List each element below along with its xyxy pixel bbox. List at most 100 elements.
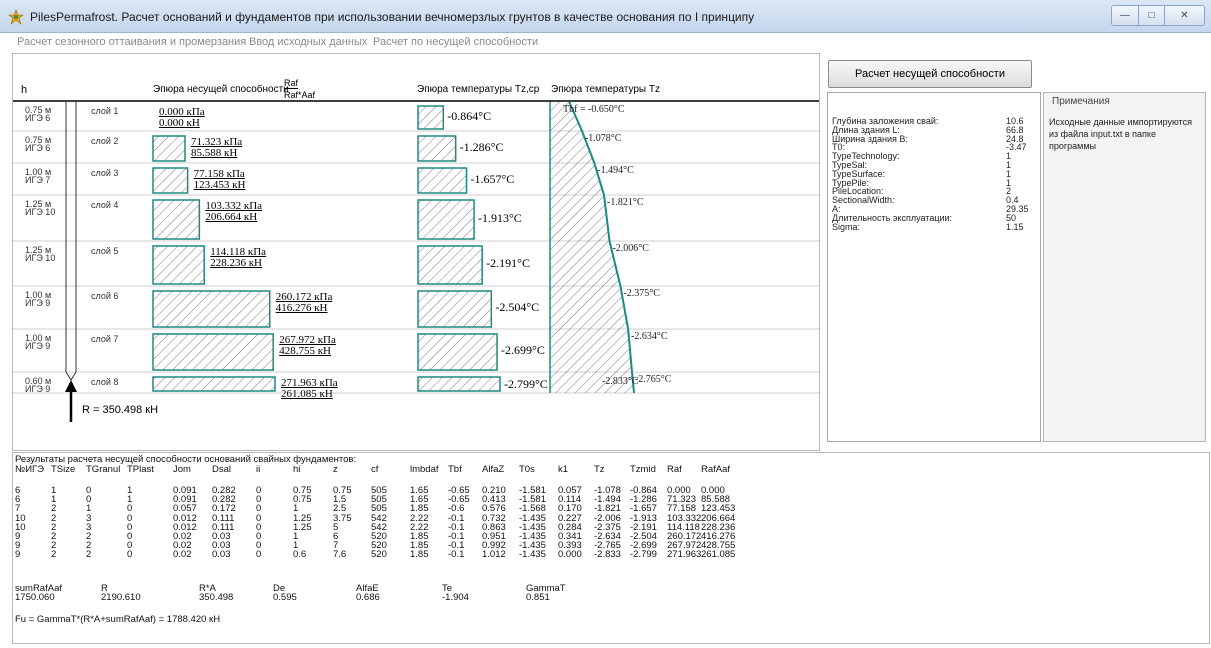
- results-cell: 261.085: [701, 549, 736, 561]
- title-bar: PilesPermafrost. Расчет оснований и фунд…: [0, 0, 1211, 33]
- results-cell: 2: [51, 549, 57, 561]
- layer-ige: ИГЭ 6: [25, 143, 51, 153]
- results-column-header: z: [333, 464, 338, 475]
- layer-rafaaf-value: 261.085 кН: [281, 388, 333, 400]
- layer-tz-value: -1.494°C: [597, 165, 634, 176]
- avg-temp-bar: [417, 245, 483, 285]
- layer-name: слой 6: [91, 291, 119, 301]
- layer-name: слой 7: [91, 334, 119, 344]
- resultant-label: R = 350.498 кН: [82, 404, 159, 416]
- capacity-bar: [152, 290, 271, 328]
- layer-rafaaf-value: 428.755 кН: [279, 345, 331, 357]
- layer-ige: ИГЭ 9: [25, 341, 51, 351]
- layer-ige: ИГЭ 9: [25, 298, 51, 308]
- layer-rafaaf-value: 123.453 кН: [193, 179, 246, 191]
- window-title: PilesPermafrost. Расчет оснований и фунд…: [30, 10, 755, 24]
- app-icon: [8, 9, 24, 25]
- notes-title: Примечания: [1050, 96, 1112, 107]
- summary-value: 2190.610: [101, 592, 141, 603]
- results-cell: 0: [256, 549, 262, 561]
- layer-name: слой 5: [91, 246, 119, 256]
- results-column-header: Raf: [667, 464, 682, 475]
- menu-input-data[interactable]: Ввод исходных данных: [249, 36, 367, 48]
- results-cell: 0.02: [173, 549, 192, 561]
- avg-temp-bar: [417, 105, 445, 130]
- results-column-header: Tzmid: [630, 464, 656, 475]
- results-column-header: k1: [558, 464, 569, 475]
- layer-tzmid-value: -2.504°C: [495, 300, 540, 314]
- results-cell: -1.435: [519, 549, 546, 561]
- avg-temp-bar: [417, 333, 498, 371]
- layer-tz-value: -1.078°C: [584, 133, 622, 144]
- results-panel: Результаты расчета несущей способности о…: [12, 452, 1210, 644]
- results-cell: 271.963: [667, 549, 702, 561]
- capacity-bar: [152, 245, 205, 285]
- avg-temp-bar: [417, 290, 493, 328]
- menu-bar: Расчет сезонного оттаивания и промерзани…: [0, 34, 1211, 50]
- menu-seasonal-thaw[interactable]: Расчет сезонного оттаивания и промерзани…: [17, 36, 246, 48]
- results-column-header: Jom: [173, 464, 191, 475]
- summary-value: 0.686: [356, 592, 380, 603]
- layer-tzmid-value: -1.913°C: [478, 210, 522, 225]
- maximize-button[interactable]: □: [1138, 6, 1164, 25]
- results-cell: -2.833: [594, 549, 621, 561]
- results-column-header: ii: [256, 464, 261, 475]
- tbf-label: Tbf = -0.650°C: [563, 104, 625, 115]
- notes-text: Исходные данные импортируются из файла i…: [1049, 117, 1192, 151]
- layer-tz-value: -2.765°C: [634, 374, 672, 385]
- layer-ige: ИГЭ 10: [25, 207, 56, 217]
- summary-value: -1.904: [442, 592, 469, 603]
- maximize-icon: □: [1148, 10, 1155, 21]
- results-cell: -0.1: [448, 549, 465, 561]
- layer-tzmid-value: -0.864°C: [447, 108, 492, 123]
- capacity-bar: [152, 167, 189, 194]
- param-name: Sigma:: [832, 221, 861, 232]
- results-column-header: Tz: [594, 464, 605, 475]
- avg-temp-bar: [417, 199, 475, 240]
- avg-temp-bar: [417, 167, 468, 194]
- results-cell: 520: [371, 549, 387, 561]
- layer-ige: ИГЭ 10: [25, 253, 56, 263]
- avg-temp-bar: [417, 135, 457, 162]
- layer-rafaaf-value: 228.236 кН: [210, 257, 262, 269]
- results-column-header: hi: [293, 464, 301, 475]
- results-column-header: AlfaZ: [482, 464, 505, 475]
- bearing-capacity-formula: Fu = GammaT*(R*A+sumRafAaf) = 1788.420 к…: [15, 614, 221, 625]
- results-column-header: №ИГЭ: [15, 464, 44, 475]
- summary-value: 350.498: [199, 592, 234, 603]
- menu-bearing-capacity[interactable]: Расчет по несущей способности: [373, 36, 538, 48]
- results-column-header: RafAaf: [701, 464, 731, 475]
- layer-rafaaf-value: 206.664 кН: [205, 211, 258, 223]
- calculate-capacity-button[interactable]: Расчет несущей способности: [828, 60, 1032, 88]
- results-column-header: T0s: [519, 464, 535, 475]
- results-column-header: cf: [371, 464, 379, 475]
- avg-temp-bar: [417, 376, 501, 392]
- results-column-header: Tbf: [448, 464, 462, 475]
- layer-rafaaf-value: 0.000 кН: [159, 117, 200, 129]
- capacity-bar: [152, 135, 186, 162]
- results-cell: -2.799: [630, 549, 657, 561]
- results-cell: 0.6: [293, 549, 307, 561]
- minimize-icon: —: [1120, 10, 1130, 21]
- layer-tzmid-value: -1.286°C: [459, 139, 504, 154]
- results-cell: 7.6: [333, 549, 347, 561]
- param-name: SectionalWidth:: [832, 195, 895, 206]
- close-button[interactable]: ✕: [1164, 6, 1204, 25]
- layer-ige: ИГЭ 6: [25, 113, 51, 123]
- results-column-header: TPlast: [127, 464, 154, 475]
- capacity-bar: [152, 376, 276, 392]
- param-row: Sigma: 1.15: [832, 221, 1038, 232]
- summary-value: 0.595: [273, 592, 297, 603]
- diagram-panel: h Эпюра несущей способности Raf Raf*Aaf …: [12, 53, 820, 451]
- input-parameters-panel: Глубина заложения свай: 10.6 Длина здания …: [827, 92, 1041, 442]
- capacity-bar: [152, 333, 274, 371]
- close-icon: ✕: [1180, 10, 1189, 21]
- results-cell: 0.000: [558, 549, 582, 561]
- minimize-button[interactable]: —: [1112, 6, 1138, 25]
- layer-name: слой 3: [91, 168, 119, 178]
- results-cell: 2: [86, 549, 92, 561]
- results-column-header: TGranul: [86, 464, 121, 475]
- diagram-canvas: [13, 100, 819, 422]
- resultant-arrow: [65, 380, 77, 422]
- results-cell: 1.85: [410, 549, 429, 561]
